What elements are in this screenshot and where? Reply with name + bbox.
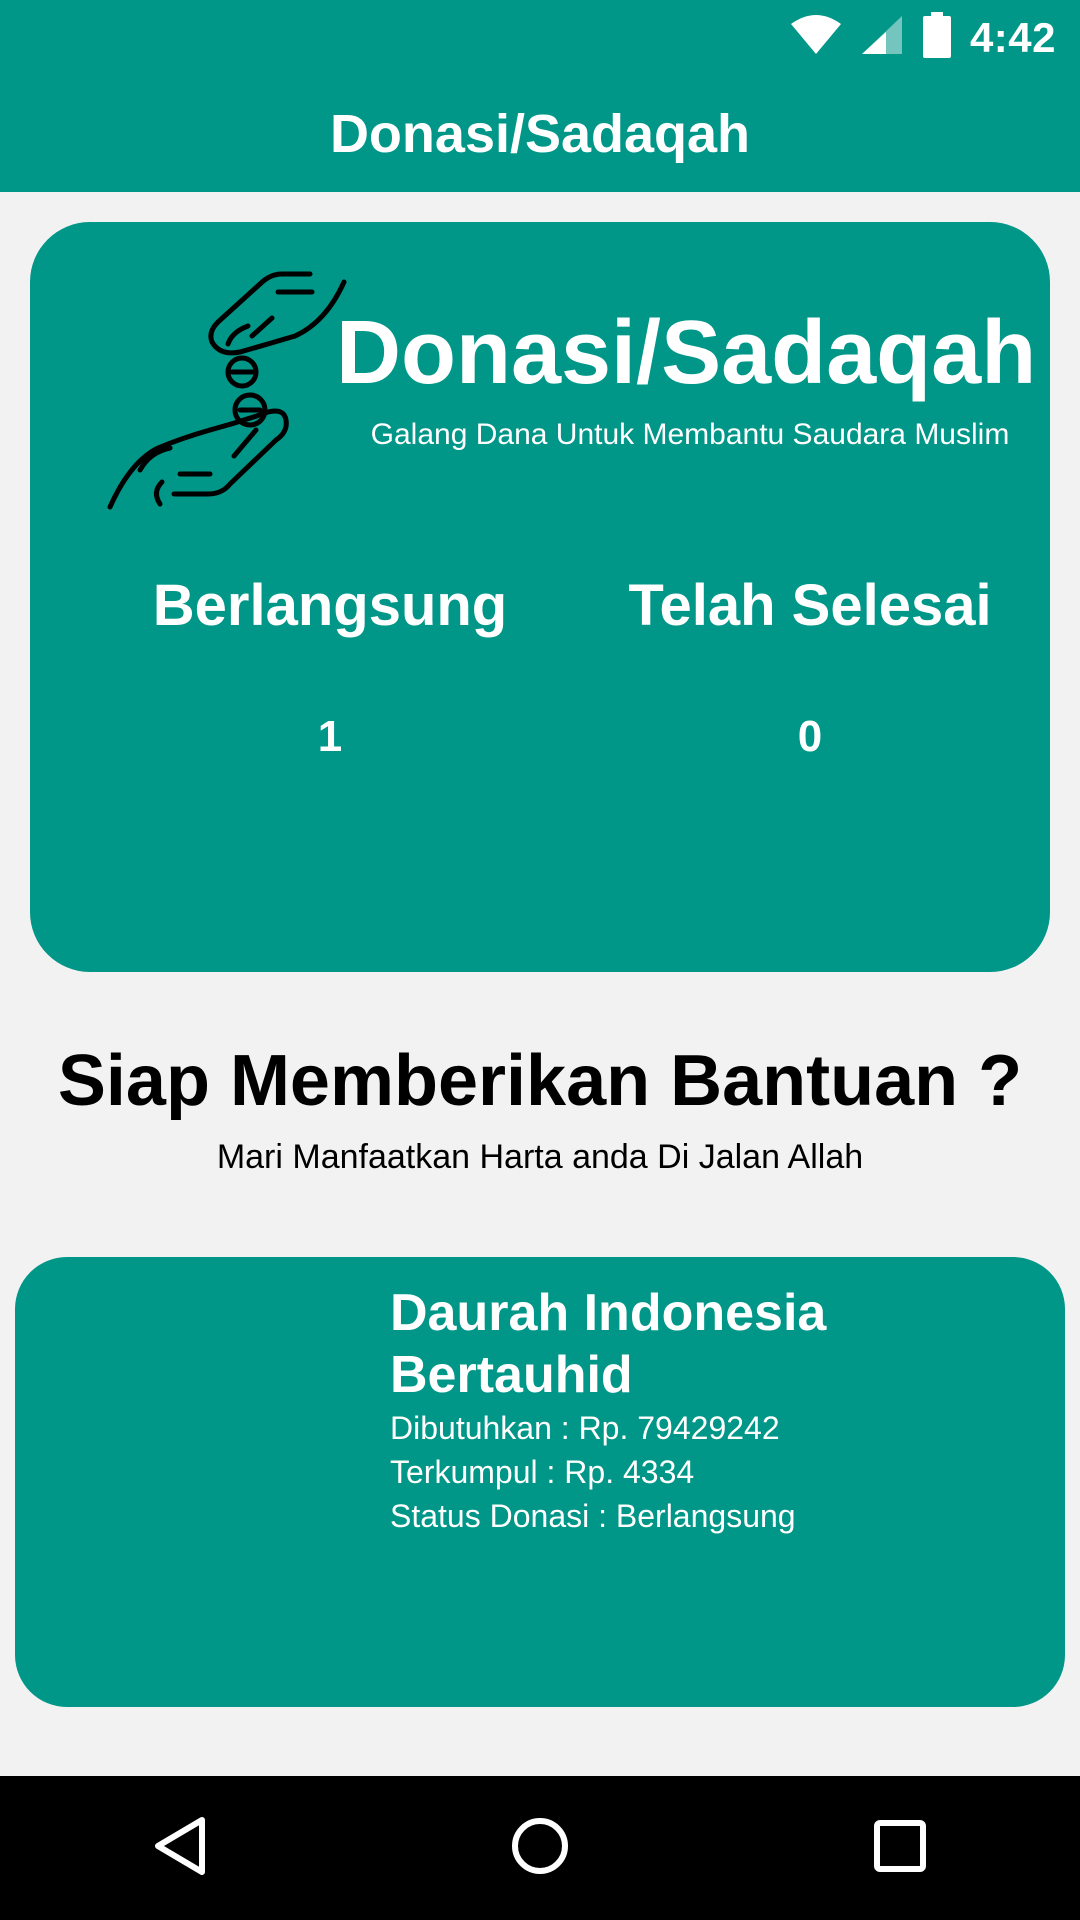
campaign-title: Daurah Indonesia Bertauhid [390, 1284, 827, 1404]
campaign-card[interactable]: Daurah Indonesia Bertauhid Dibutuhkan : … [15, 1257, 1065, 1707]
campaign-collected: Terkumpul : Rp. 4334 [390, 1454, 695, 1490]
stat-completed-label: Telah Selesai [628, 573, 992, 638]
app-bar-title: Donasi/Sadaqah [329, 103, 751, 164]
status-icons: 4:42 [790, 12, 1056, 63]
stat-completed-value: 0 [797, 712, 823, 761]
signal-icon [860, 14, 904, 61]
status-bar: 4:42 [0, 0, 1080, 75]
campaign-info: Daurah Indonesia Bertauhid Dibutuhkan : … [390, 1282, 1030, 1538]
app-bar: Donasi/Sadaqah [0, 75, 1080, 192]
campaign-status: Status Donasi : Berlangsung [390, 1498, 796, 1534]
navigation-bar [0, 1776, 1080, 1920]
campaign-needed: Dibutuhkan : Rp. 79429242 [390, 1410, 780, 1446]
section-subtitle: Mari Manfaatkan Harta anda Di Jalan Alla… [216, 1138, 864, 1176]
hero-title: Donasi/Sadaqah [336, 303, 1037, 403]
summary-card: Donasi/Sadaqah Galang Dana Untuk Membant… [30, 222, 1050, 972]
home-button[interactable] [480, 1788, 600, 1908]
home-icon [510, 1816, 570, 1881]
recents-icon [873, 1819, 927, 1878]
stat-ongoing-label: Berlangsung [152, 573, 508, 638]
stat-ongoing-value: 1 [317, 712, 343, 761]
section-title: Siap Memberikan Bantuan ? [57, 1041, 1023, 1121]
wifi-icon [790, 14, 842, 61]
back-icon [152, 1816, 208, 1881]
back-button[interactable] [120, 1788, 240, 1908]
status-time: 4:42 [969, 13, 1056, 61]
hero-subtitle: Galang Dana Untuk Membantu Saudara Musli… [370, 418, 1010, 451]
giving-hands-coin-icon [100, 252, 360, 552]
battery-icon [922, 12, 952, 63]
recents-button[interactable] [840, 1788, 960, 1908]
